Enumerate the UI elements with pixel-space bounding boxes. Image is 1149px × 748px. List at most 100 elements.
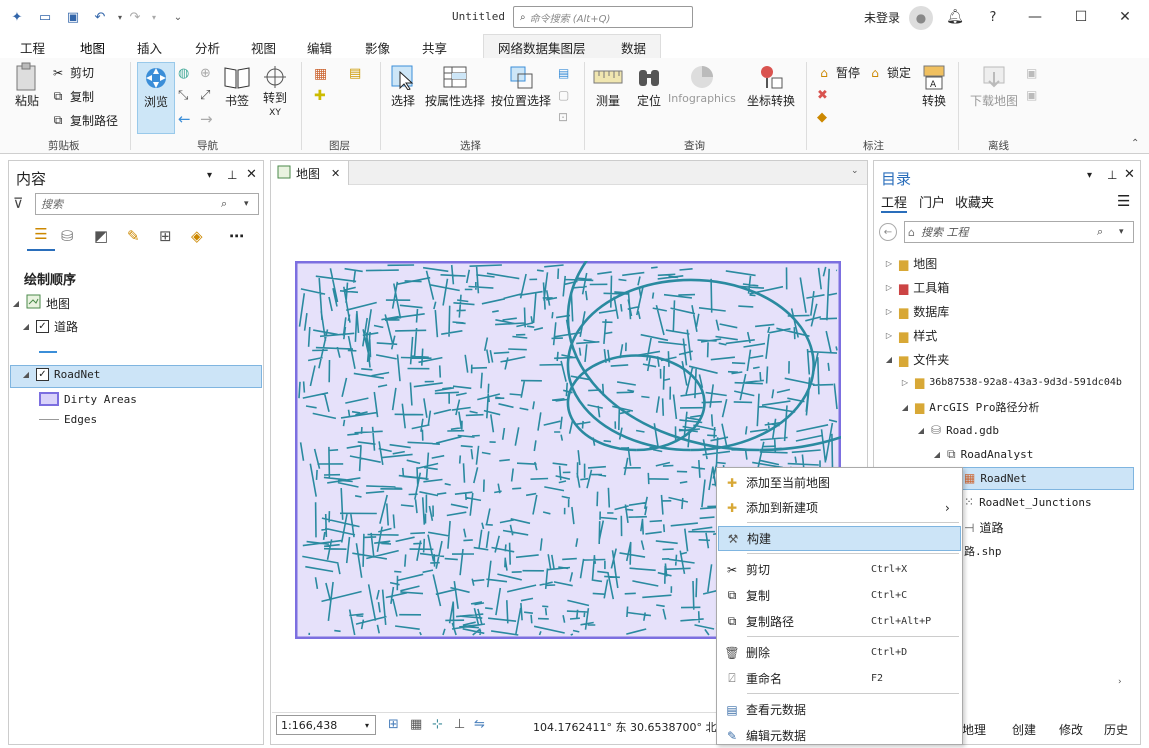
- menu-item-copy[interactable]: ⧉ 复制 Ctrl+C: [718, 583, 961, 608]
- catalog-item-folders[interactable]: ◢ ▆ 文件夹: [884, 351, 949, 368]
- copy-path-button[interactable]: ⧉ 复制路径: [50, 112, 118, 129]
- copy-button[interactable]: ⧉ 复制: [50, 88, 94, 105]
- menu-item-add-to-current-map[interactable]: ✚ 添加至当前地图: [718, 470, 961, 495]
- customize-toolbar-icon[interactable]: ⌄: [169, 8, 187, 26]
- constraints-icon[interactable]: ⊥: [454, 717, 465, 732]
- maximize-button[interactable]: ☐: [1069, 6, 1093, 28]
- measure-button[interactable]: 测量: [593, 62, 623, 109]
- menu-item-cut[interactable]: ✂ 剪切 Ctrl+X: [718, 557, 961, 582]
- cut-button[interactable]: ✂ 剪切: [50, 64, 94, 81]
- filter-icon[interactable]: ⊽: [13, 196, 23, 212]
- menu-item-view-metadata[interactable]: ▤ 查看元数据: [718, 697, 961, 722]
- remove-offline-icon[interactable]: ▣: [1026, 88, 1037, 102]
- collapse-icon[interactable]: ◢: [900, 403, 910, 412]
- catalog-item-roadanalyst[interactable]: ◢ ⧉ RoadAnalyst: [932, 447, 1034, 462]
- close-pane-icon[interactable]: ✕: [246, 167, 257, 182]
- expand-icon[interactable]: ▷: [884, 259, 894, 268]
- tab-list-icon[interactable]: ⌄: [851, 166, 859, 176]
- collapse-icon[interactable]: ◢: [916, 426, 926, 435]
- undo-icon[interactable]: ↶: [91, 8, 109, 26]
- menu-item-copy-path[interactable]: ⧉ 复制路径 Ctrl+Alt+P: [718, 609, 961, 634]
- scroll-right-icon[interactable]: ›: [1118, 677, 1122, 687]
- coordinate-conversion-button[interactable]: 坐标转换: [747, 62, 795, 109]
- catalog-item-roadnet[interactable]: ▦ RoadNet: [964, 471, 1027, 485]
- help-button[interactable]: ?: [981, 6, 1005, 28]
- catalog-tab-portal[interactable]: 门户: [919, 192, 945, 211]
- collapse-icon[interactable]: ◢: [21, 370, 31, 379]
- tab-edit[interactable]: 编辑: [307, 38, 332, 57]
- map-view-tab[interactable]: 地图 ✕: [271, 161, 349, 185]
- grid-icon[interactable]: ▦: [410, 717, 422, 732]
- full-extent-icon[interactable]: ◍: [178, 66, 189, 81]
- search-dropdown-icon[interactable]: ▾: [244, 199, 249, 209]
- list-by-editing-icon[interactable]: ✎: [127, 227, 140, 245]
- expand-icon[interactable]: ▷: [884, 307, 894, 316]
- bookmarks-button[interactable]: 书签: [222, 62, 252, 109]
- tab-project[interactable]: 工程: [20, 38, 45, 57]
- bottom-tab-geo[interactable]: 地理: [962, 721, 986, 738]
- locate-button[interactable]: 定位: [634, 62, 664, 109]
- contents-search-input[interactable]: 搜索 ⌕ ▾: [35, 193, 259, 215]
- bottom-tab-modify[interactable]: 修改: [1059, 721, 1083, 738]
- previous-extent-icon[interactable]: ←: [178, 110, 191, 128]
- minimize-button[interactable]: —: [1023, 6, 1047, 28]
- select-by-attributes-button[interactable]: 按属性选择: [425, 62, 485, 109]
- catalog-item-roadnet-junctions[interactable]: ⁙ RoadNet_Junctions: [964, 495, 1092, 509]
- basemap-icon[interactable]: ▦: [314, 66, 327, 82]
- tab-analysis[interactable]: 分析: [195, 38, 220, 57]
- search-dropdown-icon[interactable]: ▾: [1119, 227, 1124, 237]
- clear-selection-icon[interactable]: ▢: [558, 88, 569, 102]
- tab-view[interactable]: 视图: [251, 38, 276, 57]
- pin-icon[interactable]: ⊥: [227, 168, 237, 182]
- infographics-button[interactable]: Infographics: [668, 62, 736, 105]
- collapse-icon[interactable]: ◢: [884, 355, 894, 364]
- menu-item-build[interactable]: ⚒ 构建: [718, 526, 961, 551]
- expand-icon[interactable]: ▷: [884, 331, 894, 340]
- command-search-input[interactable]: ⌕ 命令搜索 (Alt+Q): [513, 6, 693, 28]
- sign-in-status[interactable]: 未登录: [864, 9, 900, 26]
- redo-icon[interactable]: ↷: [126, 8, 144, 26]
- view-unplaced-icon[interactable]: ✖: [817, 88, 828, 103]
- catalog-item-toolboxes[interactable]: ▷ ▆ 工具箱: [884, 279, 949, 296]
- catalog-item-guid-folder[interactable]: ▷ ▆ 36b87538-92a8-43a3-9d3d-591dc04b: [900, 375, 1122, 389]
- bottom-tab-create[interactable]: 创建: [1012, 721, 1036, 738]
- pane-options-icon[interactable]: ▾: [207, 170, 212, 181]
- tab-imagery[interactable]: 影像: [365, 38, 390, 57]
- fixed-zoom-icon[interactable]: ⊕: [200, 66, 211, 81]
- catalog-item-maps[interactable]: ▷ ▆ 地图: [884, 255, 937, 272]
- tab-share[interactable]: 共享: [422, 38, 447, 57]
- catalog-item-styles[interactable]: ▷ ▆ 样式: [884, 327, 937, 344]
- catalog-menu-icon[interactable]: ☰: [1117, 192, 1130, 210]
- tree-item-map[interactable]: ◢ 地图: [11, 294, 70, 312]
- label-options-icon[interactable]: ◆: [817, 110, 827, 125]
- catalog-item-roads-shp[interactable]: 路.shp: [964, 543, 1002, 559]
- open-project-icon[interactable]: ▭: [36, 8, 54, 26]
- menu-item-delete[interactable]: 🗑︎ 删除 Ctrl+D: [718, 640, 961, 665]
- paste-button[interactable]: 粘贴: [12, 62, 42, 109]
- tab-data[interactable]: 数据: [621, 38, 646, 57]
- lock-labeling-button[interactable]: ⌂ 锁定: [867, 64, 911, 81]
- close-window-button[interactable]: ✕: [1113, 6, 1137, 28]
- list-by-labeling-icon[interactable]: ◈: [191, 227, 203, 245]
- sync-icon[interactable]: ▣: [1026, 66, 1037, 80]
- explore-button[interactable]: 浏览: [137, 62, 175, 134]
- zoom-in-fixed-icon[interactable]: ⤡: [178, 88, 188, 103]
- menu-item-edit-metadata[interactable]: ✎ 编辑元数据: [718, 723, 961, 748]
- save-icon[interactable]: ▣: [64, 8, 82, 26]
- expand-icon[interactable]: ▷: [884, 283, 894, 292]
- layer-visibility-checkbox[interactable]: ✓: [36, 320, 49, 333]
- download-map-button[interactable]: 下载地图: [970, 62, 1018, 109]
- pin-icon[interactable]: ⊥: [1107, 168, 1117, 182]
- tab-insert[interactable]: 插入: [137, 38, 162, 57]
- redo-dropdown-icon[interactable]: ▾: [145, 8, 163, 26]
- tree-item-roadnet-layer[interactable]: ◢ ✓ RoadNet: [21, 368, 100, 381]
- collapse-icon[interactable]: ◢: [932, 450, 942, 459]
- add-preset-icon[interactable]: ✚: [314, 88, 326, 104]
- pane-options-icon[interactable]: ▾: [1087, 170, 1092, 181]
- catalog-item-roads[interactable]: ⊣ 道路: [964, 519, 1003, 536]
- catalog-item-road-gdb[interactable]: ◢ ⛁ Road.gdb: [916, 423, 999, 437]
- layer-visibility-checkbox[interactable]: ✓: [36, 368, 49, 381]
- close-tab-icon[interactable]: ✕: [331, 167, 340, 180]
- list-by-source-icon[interactable]: ⛁: [61, 227, 74, 245]
- tab-network-dataset-layer[interactable]: 网络数据集图层: [498, 38, 586, 57]
